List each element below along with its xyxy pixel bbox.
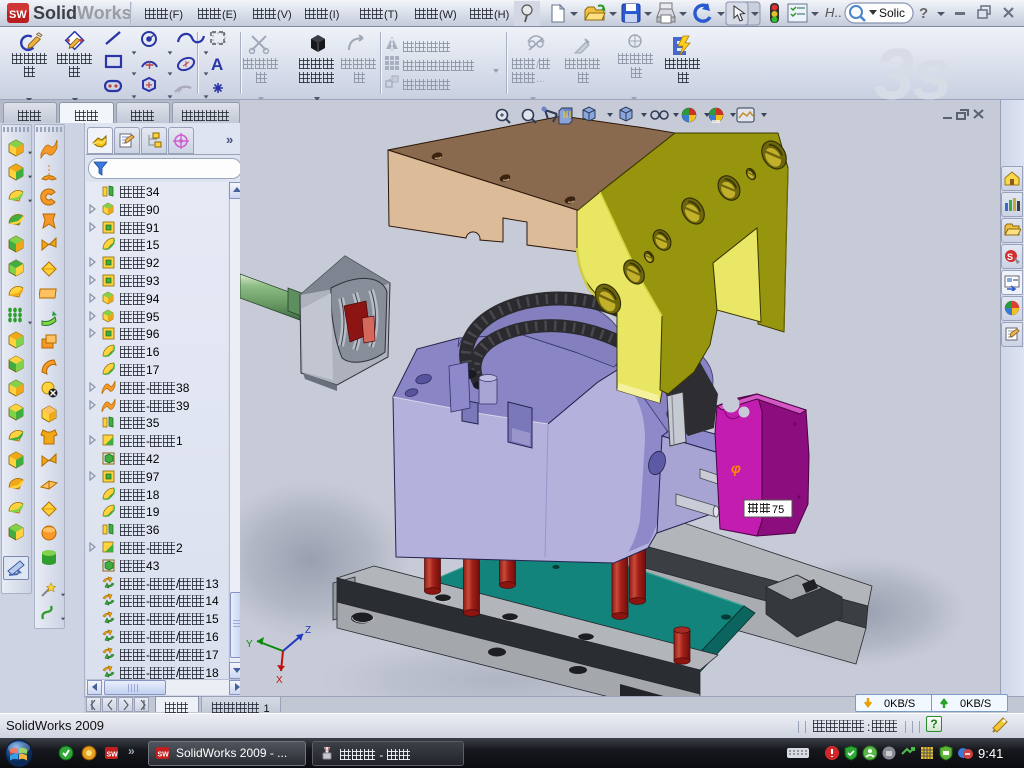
svg-text:φ: φ	[731, 460, 741, 476]
svg-text:SW: SW	[9, 9, 27, 21]
svg-text:A: A	[211, 55, 223, 74]
svg-text:SW: SW	[107, 752, 119, 759]
svg-text:75: 75	[772, 504, 784, 516]
svg-text:H..: H..	[825, 5, 842, 20]
svg-text:?: ?	[919, 5, 928, 22]
svg-text:Y: Y	[246, 639, 253, 650]
svg-text:X: X	[276, 675, 283, 686]
svg-text:SW: SW	[158, 752, 170, 759]
svg-text:Solic: Solic	[879, 6, 905, 20]
svg-text:Z: Z	[305, 625, 311, 636]
svg-text:S: S	[1007, 252, 1013, 262]
